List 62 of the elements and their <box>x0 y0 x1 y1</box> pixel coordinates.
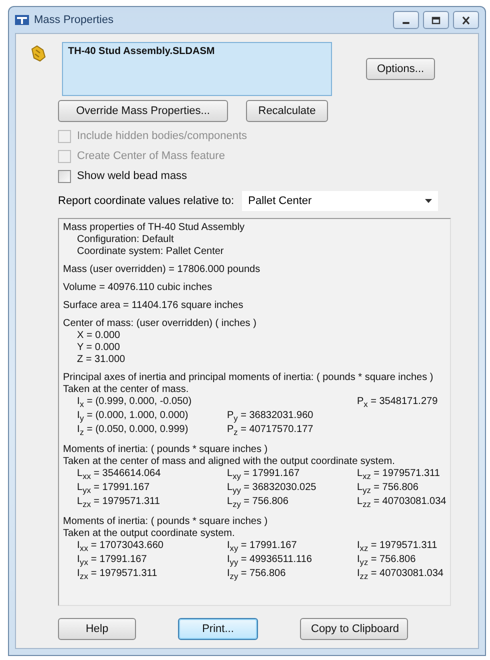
result-value: I$_{yx}$ = 17991.167 <box>77 554 147 565</box>
result-line: Center of mass: (user overridden) ( inches ) <box>63 318 258 330</box>
result-line: Taken at the center of mass and aligned with the output coordinate system. <box>63 456 396 468</box>
result-line: Y = 0.000 <box>77 342 120 353</box>
result-value: I$_{yy}$ = 49936511.116 <box>227 554 312 565</box>
result-line: Moments of inertia: ( pounds * square inches ) <box>63 516 269 528</box>
result-value: L$_{xy}$ = 17991.167 <box>227 468 300 479</box>
result-value: P$_{x}$ = 3548171.279 <box>357 396 438 407</box>
result-line: Principal axes of inertia and principal moments of inertia: ( pounds * square inches ) <box>63 372 434 384</box>
result-value: L$_{zx}$ = 1979571.311 <box>77 496 160 507</box>
result-value: I$_{xz}$ = 1979571.311 <box>357 540 438 551</box>
result-value: I$_{yz}$ = 756.806 <box>357 554 416 565</box>
result-line: Z = 31.000 <box>77 354 126 365</box>
result-value: I$_{z}$ = (0.050, 0.000, 0.999) <box>77 424 188 435</box>
close-button[interactable] <box>453 11 479 29</box>
result-value: L$_{zz}$ = 40703081.034 <box>357 496 446 507</box>
dialog-button[interactable]: Print... <box>178 618 258 640</box>
app-icon <box>15 14 29 26</box>
override-button[interactable]: Override Mass Properties... <box>58 100 228 122</box>
result-line: Mass (user overridden) = 17806.000 pounds <box>63 264 262 276</box>
result-line: Moments of inertia: ( pounds * square inches ) <box>63 444 269 456</box>
result-line: Coordinate system: Pallet Center <box>77 246 224 257</box>
coordinate-dropdown[interactable]: Pallet Center <box>242 191 438 211</box>
result-value: I$_{xx}$ = 17073043.660 <box>77 540 164 551</box>
selection-list[interactable]: TH-40 Stud Assembly.SLDASM <box>62 42 332 96</box>
options-button[interactable]: Options... <box>366 58 436 80</box>
result-line: X = 0.000 <box>77 330 120 341</box>
result-value: I$_{zz}$ = 40703081.034 <box>357 568 444 579</box>
maximize-icon <box>431 16 441 24</box>
result-line: Taken at the center of mass. <box>63 384 190 396</box>
coordinate-label: Report coordinate values relative to: <box>58 195 234 207</box>
checkbox-label: Create Center of Mass feature <box>77 150 225 162</box>
result-line: Mass properties of TH-40 Stud Assembly <box>63 222 246 234</box>
result-value: I$_{zx}$ = 1979571.311 <box>77 568 158 579</box>
result-line: Surface area = 11404.176 square inches <box>63 300 244 312</box>
result-line: Volume = 40976.110 cubic inches <box>63 282 214 294</box>
result-value: I$_{zy}$ = 756.806 <box>227 568 286 579</box>
result-value: P$_{z}$ = 40717570.177 <box>227 424 314 435</box>
result-value: P$_{y}$ = 36832031.960 <box>227 410 314 421</box>
result-value: L$_{xx}$ = 3546614.064 <box>77 468 161 479</box>
minimize-icon <box>402 22 410 24</box>
close-icon <box>461 16 471 24</box>
result-value: L$_{xz}$ = 1979571.311 <box>357 468 440 479</box>
maximize-button[interactable] <box>423 11 449 29</box>
checkbox[interactable] <box>58 170 71 182</box>
result-line: Configuration: Default <box>77 234 174 245</box>
result-value: L$_{zy}$ = 756.806 <box>227 496 288 507</box>
minimize-button[interactable] <box>393 11 419 29</box>
result-value: I$_{y}$ = (0.000, 1.000, 0.000) <box>77 410 188 421</box>
checkbox-label: Include hidden bodies/components <box>77 130 248 142</box>
checkbox-label: Show weld bead mass <box>77 170 188 182</box>
result-value: L$_{yx}$ = 17991.167 <box>77 482 150 493</box>
result-value: L$_{yz}$ = 756.806 <box>357 482 418 493</box>
dialog-button[interactable]: Copy to Clipboard <box>300 618 408 640</box>
window-title: Mass Properties <box>34 14 114 26</box>
result-value: I$_{xy}$ = 17991.167 <box>227 540 297 551</box>
result-value: L$_{yy}$ = 36832030.025 <box>227 482 316 493</box>
result-line: Taken at the output coordinate system. <box>63 528 236 540</box>
result-value: I$_{x}$ = (0.999, 0.000, -0.050) <box>77 396 192 407</box>
dropdown-arrow-icon <box>425 199 432 203</box>
recalculate-button[interactable]: Recalculate <box>246 100 328 122</box>
dialog-button[interactable]: Help <box>58 618 136 640</box>
